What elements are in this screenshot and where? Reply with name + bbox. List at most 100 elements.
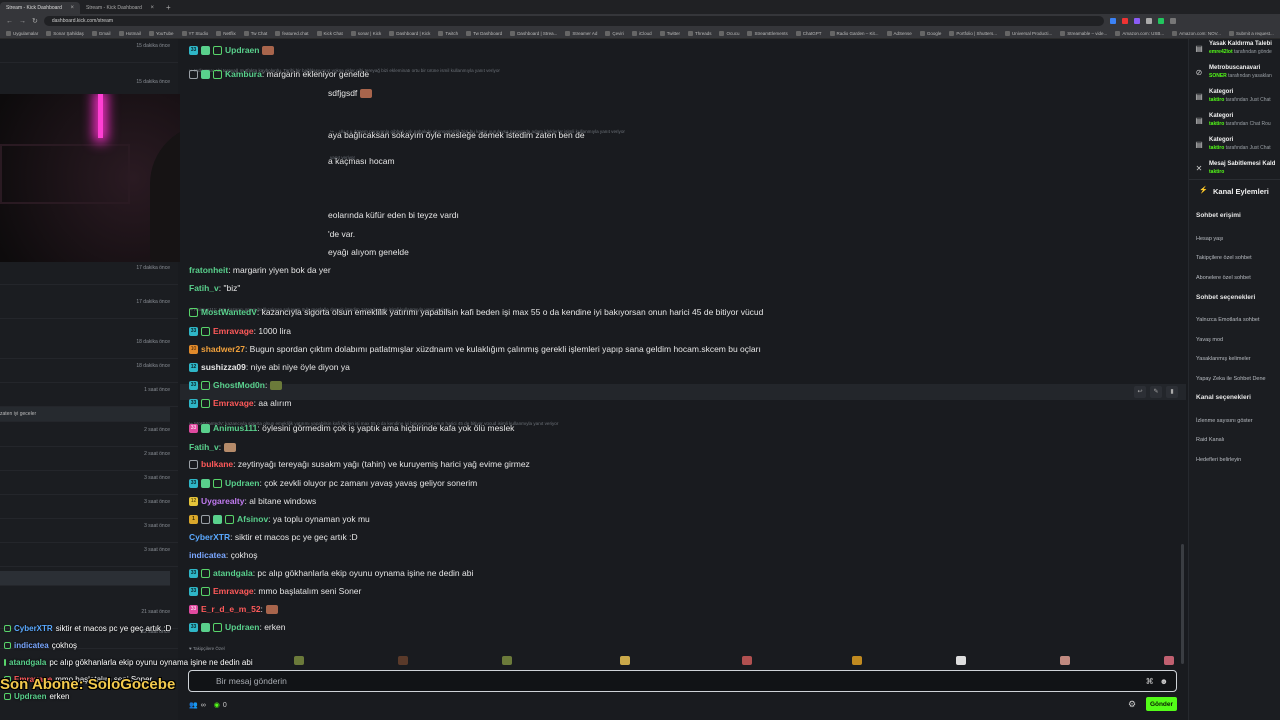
history-row[interactable]: 18 dakika önce [0,359,178,383]
chat-message[interactable]: 10 shadwer27: Bugun spordan çıktım dolabı… [189,342,761,356]
bookmark-item[interactable]: YouTube [148,30,174,36]
bookmark-item[interactable]: Submit a request... [1228,30,1274,36]
chat-username[interactable]: Updraen [225,45,259,55]
bookmark-item[interactable]: Twitter [659,30,680,36]
bookmark-item[interactable]: Netflix [216,30,236,36]
chat-message[interactable]: 12 sushizza09: niye abi niye öyle diyon y… [189,360,350,374]
channel-action-item[interactable]: Hedefleri belirleyin [1196,457,1241,463]
bookmark-item[interactable]: Kick Chat [316,30,343,36]
gear-icon[interactable]: ⚙ [1128,699,1136,710]
chat-message[interactable]: CyberXTR: siktir et macos pc ye geç artı… [189,530,358,544]
chat-message[interactable]: 33 Animus111: öylesini görmedim çok iş ya… [189,421,514,435]
chat-username[interactable]: Emravage [213,326,254,336]
chat-message[interactable]: 33 GhostMod0n: [189,378,283,392]
chat-username[interactable]: MostWantedV [201,307,257,317]
history-row[interactable]: 3 saat önce [0,471,178,495]
emote-icon[interactable] [398,656,408,665]
send-button[interactable]: Gönder [1146,697,1177,711]
channel-action-item[interactable]: Hesap yaşı [1196,236,1224,242]
reload-icon[interactable]: ↻ [32,17,38,25]
chat-username[interactable]: Animus111 [213,423,257,433]
chat-message[interactable]: indicatea: çokhoş [189,548,258,562]
close-icon[interactable]: × [70,5,74,11]
bookmark-item[interactable]: iCloud [631,30,652,36]
bookmark-item[interactable]: Dashboard | Kick [389,30,430,36]
viewer-count[interactable]: 👥 ∞ [189,701,206,710]
chat-username[interactable]: Fatih_v [189,442,219,452]
chat-username[interactable]: Uygarealty [201,496,244,506]
history-row[interactable]: 3 saat önce [0,495,178,519]
browser-tab[interactable]: Stream - Kick Dashboard × [80,2,160,14]
chat-username[interactable]: Emravage [213,398,254,408]
extension-icon[interactable] [1109,18,1116,24]
back-icon[interactable]: ← [6,18,13,25]
chat-message[interactable]: fratonheit: margarin yiyen bok da yer [189,263,331,277]
chat-username[interactable]: sushizza09 [201,362,246,372]
bookmark-item[interactable]: Amazon.com: USB... [1115,30,1164,36]
bookmark-item[interactable]: Gmail [91,30,111,36]
chat-username[interactable]: Afsinov [237,514,268,524]
bookmark-item[interactable]: ChatGPT [795,30,822,36]
chat-message[interactable]: 33 Updraen: çok zevkli oluyor pc zamanı y… [189,476,477,490]
bookmark-item[interactable]: Çeviri [605,30,624,36]
channel-action-item[interactable]: Yasaklanmış kelimeler [1196,356,1251,362]
emote-icon[interactable] [502,656,512,665]
bookmark-item[interactable]: Ocucu [719,30,739,36]
emote-icon[interactable] [1164,656,1174,665]
bookmark-item[interactable]: Threads [687,30,711,36]
bookmark-item[interactable]: YT Studio [181,30,208,36]
chat-message[interactable]: 33 Emravage: 1000 lira [189,324,291,338]
emote-icon[interactable] [1060,656,1070,665]
emoji-icon[interactable]: ☻ [1160,677,1168,686]
chat-username[interactable]: indicatea [189,550,226,560]
chat-message[interactable]: Fatih_v: [189,440,237,454]
pin-icon[interactable]: ✎ [1150,386,1162,398]
bookmark-item[interactable]: StreamElements [747,30,788,36]
bookmark-item[interactable]: Twitch [438,30,458,36]
bookmark-item[interactable]: Hotmail [118,30,141,36]
chat-input[interactable] [197,676,1140,686]
chat-message[interactable]: 1 Afsinov: ya toplu oynaman yok mu [189,512,370,526]
activity-feed-item[interactable]: ⊘ Metrobuscanavari SONER tarafından yasakl… [1189,63,1280,87]
history-row-highlight[interactable] [0,571,170,586]
bookmark-item[interactable]: Portfolio | Shutters... [949,30,997,36]
extension-icon[interactable] [1121,18,1128,24]
bookmark-item[interactable]: Google [919,30,941,36]
emote-icon[interactable] [742,656,752,665]
chat-message[interactable]: 33 E_r_d_e_m_52: [189,602,278,616]
chat-message[interactable]: 33 Updraen [189,43,275,57]
chat-message[interactable]: 33 Emravage: aa alırım [189,396,291,410]
profile-icon[interactable] [1169,18,1176,24]
chat-username[interactable]: Emravage [213,586,254,596]
emote-icon[interactable] [294,656,304,665]
history-row[interactable]: 18 dakika önce [0,335,178,359]
chat-message[interactable]: eolarında küfür eden bi teyze vardı [328,208,459,222]
close-icon[interactable]: × [150,5,154,11]
history-row[interactable]: 2 saat önce [0,423,178,447]
chat-message[interactable]: Fatih_v: "biz" [189,281,240,295]
channel-action-item[interactable]: Yalnızca Emotlarla sohbet [1196,317,1260,323]
channel-action-item[interactable]: Yavaş mod [1196,337,1223,343]
bookmark-item[interactable]: Streamable – vide... [1060,30,1107,36]
emote-icon[interactable] [956,656,966,665]
chat-message[interactable]: aya bağlıcaksan sokayım öyle mesleğe dem… [328,128,585,142]
chat-message[interactable]: 'de var. [328,227,355,241]
history-row[interactable]: 1 saat önce [0,383,178,407]
chat-message[interactable]: MostWantedV: kazancıyla sigorta olsun em… [189,305,763,319]
chat-message[interactable]: 33 Updraen: erken [189,620,285,634]
bookmark-item[interactable]: Sonar Şahildaş [46,30,84,36]
channel-action-item[interactable]: Raid Kanalı [1196,437,1224,443]
channel-action-item[interactable]: İzlenme sayısını göster [1196,418,1253,424]
bookmark-item[interactable]: featured.chat [275,30,309,36]
browser-tab-active[interactable]: Stream - Kick Dashboard × [0,2,80,14]
chat-username[interactable]: Updraen [225,478,259,488]
chat-username[interactable]: shadwer27 [201,344,245,354]
chat-input-box[interactable]: ⌘ ☻ [188,670,1177,692]
chat-message[interactable]: sdfjgsdf [328,86,373,100]
bookmark-item[interactable]: Dashboard | Strea... [510,30,557,36]
activity-feed-item[interactable]: ▤ Kategori taktiro tarafından Chat Rou [1189,111,1280,135]
bookmark-item[interactable]: Tw Chat [243,30,267,36]
emote-icon[interactable] [852,656,862,665]
address-bar[interactable]: dashboard.kick.com/stream [43,16,1104,26]
history-row[interactable]: 2 saat önce [0,447,178,471]
